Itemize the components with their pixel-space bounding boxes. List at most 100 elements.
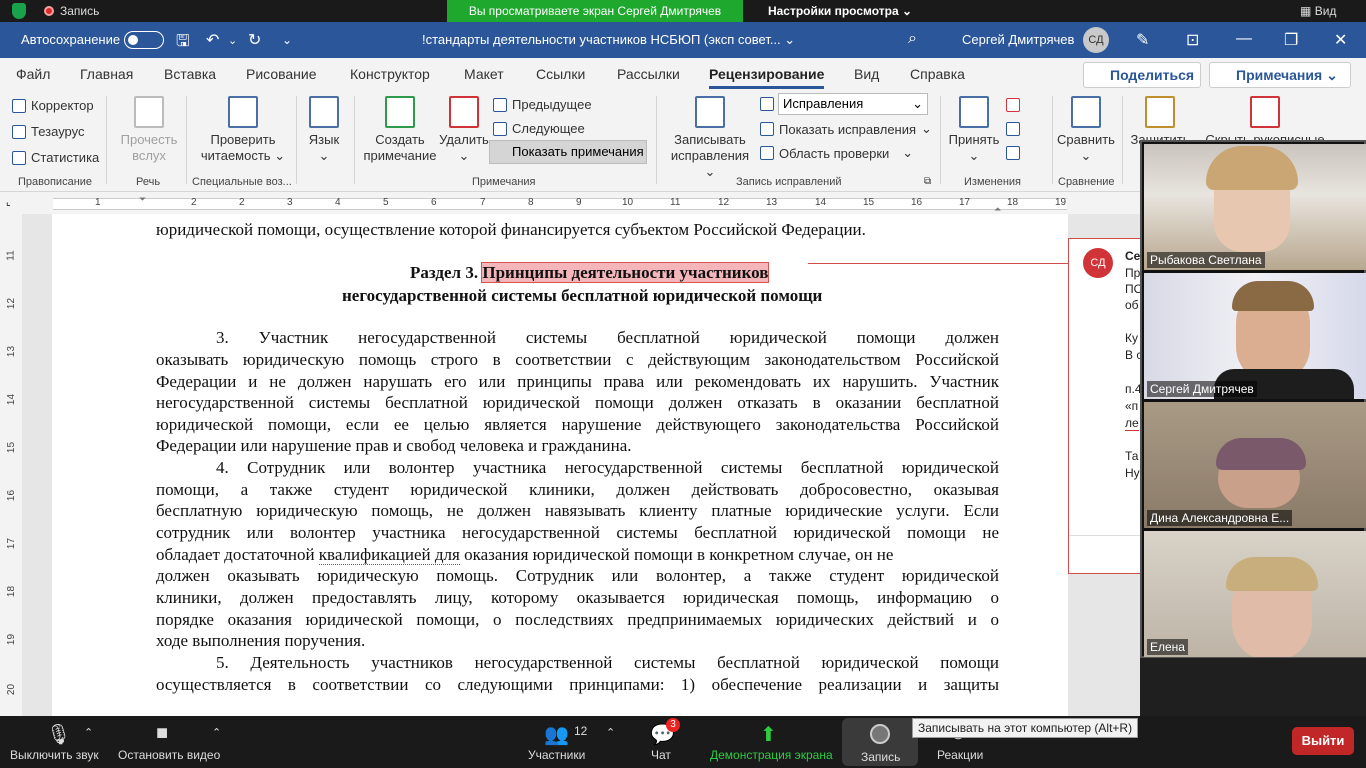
share-button[interactable]: Поделиться xyxy=(1083,62,1201,88)
ruler-number: 15 xyxy=(6,441,18,454)
ruler-number: 20 xyxy=(6,683,18,696)
chevron-up-icon[interactable]: ⌃ xyxy=(212,726,221,739)
separator xyxy=(1052,96,1053,184)
mute-label: Выключить звук xyxy=(10,748,99,762)
show-comments-button[interactable]: Показать примечания xyxy=(489,140,647,164)
ruler-number: 4 xyxy=(335,197,341,208)
spelling-button[interactable]: Корректор xyxy=(12,98,94,113)
comment-text: ПО xyxy=(1125,282,1140,296)
reviewing-pane-icon xyxy=(760,146,774,160)
next-comment-button[interactable]: Следующее xyxy=(493,121,585,136)
undo-icon[interactable]: ↶ xyxy=(206,30,219,50)
participants-label: Участники xyxy=(528,748,586,762)
video-tile[interactable]: Рыбакова Светлана xyxy=(1144,144,1366,270)
chevron-down-icon: ⌄ xyxy=(902,145,914,160)
video-tile[interactable]: Дина Александровна Е... xyxy=(1144,402,1366,528)
previous-comment-button[interactable]: Предыдущее xyxy=(493,97,592,112)
tab-references[interactable]: Ссылки xyxy=(536,66,585,82)
undo-dropdown-icon[interactable]: ⌄ xyxy=(228,34,237,47)
tab-design[interactable]: Конструктор xyxy=(350,66,430,82)
autosave-toggle[interactable] xyxy=(124,31,164,49)
delete-comment-button[interactable]: Удалить ⌄ xyxy=(438,96,490,164)
chevron-down-icon: ⌄ xyxy=(784,32,796,47)
view-menu[interactable]: ▦ Вид xyxy=(1300,4,1336,18)
ruler-number: 12 xyxy=(718,197,730,208)
grammar-underline[interactable]: квалификацией для xyxy=(318,545,460,565)
new-comment-button[interactable]: Создать примечание xyxy=(360,96,440,164)
search-icon[interactable]: ⌕ xyxy=(908,30,917,48)
chevron-down-icon: ⌄ xyxy=(912,96,923,111)
show-markup-button[interactable]: Показать исправления ⌄ xyxy=(760,121,932,137)
close-icon[interactable]: ✕ xyxy=(1334,30,1347,50)
redo-icon[interactable]: ↻ xyxy=(248,30,261,50)
leave-meeting-button[interactable]: Выйти xyxy=(1292,727,1354,755)
tab-insert[interactable]: Вставка xyxy=(164,66,216,82)
paragraph-line: 4. Сотрудник или волонтер участника него… xyxy=(216,458,999,477)
save-icon[interactable]: 🖫 xyxy=(176,30,190,57)
paragraph-line: бесплатную юридическую помощь, не должен… xyxy=(156,501,999,520)
view-settings-menu[interactable]: Настройки просмотра ⌄ xyxy=(765,0,915,22)
reject-icon[interactable] xyxy=(1006,98,1020,112)
comments-button[interactable]: Примечания ⌄ xyxy=(1209,62,1351,88)
language-label: Язык xyxy=(308,132,340,147)
ribbon-display-icon[interactable]: ⊡ xyxy=(1186,30,1199,50)
ruler-number: 1 xyxy=(95,197,101,208)
record-button[interactable]: Запись xyxy=(842,718,918,766)
ruler-number: 2 xyxy=(191,197,197,208)
vertical-ruler[interactable]: 11 12 13 14 15 16 17 18 19 20 xyxy=(0,214,22,716)
tab-view[interactable]: Вид xyxy=(854,66,879,82)
restore-icon[interactable]: ❐ xyxy=(1284,30,1298,50)
video-tile[interactable]: Сергей Дмитрячев xyxy=(1144,273,1366,399)
thesaurus-button[interactable]: Тезаурус xyxy=(12,124,85,139)
accept-button[interactable]: Принять ⌄ xyxy=(946,96,1002,164)
compare-button[interactable]: Сравнить ⌄ xyxy=(1056,96,1116,164)
ruler-number: 3 xyxy=(287,197,293,208)
recording-indicator[interactable]: Запись xyxy=(44,4,99,18)
document-page[interactable]: юридической помощи, осуществление которо… xyxy=(52,214,1068,716)
previous-change-icon[interactable] xyxy=(1006,122,1020,136)
tab-draw[interactable]: Рисование xyxy=(246,66,317,82)
video-tile[interactable]: Елена xyxy=(1144,531,1366,657)
check-accessibility-button[interactable]: Проверить читаемость ⌄ xyxy=(198,96,288,164)
comment-text: В с xyxy=(1125,348,1140,362)
chevron-up-icon[interactable]: ⌃ xyxy=(84,726,93,739)
word-count-button[interactable]: Статистика xyxy=(12,150,99,165)
read-aloud-label-2: вслух xyxy=(132,148,166,163)
tab-help[interactable]: Справка xyxy=(910,66,965,82)
ruler-number: 9 xyxy=(576,197,582,208)
chevron-up-icon[interactable]: ⌃ xyxy=(606,726,615,739)
participants-icon: 👥 xyxy=(544,724,569,746)
tab-layout[interactable]: Макет xyxy=(464,66,504,82)
track-changes-button[interactable]: Записывать исправления ⌄ xyxy=(664,96,756,180)
document-title[interactable]: !стандарты деятельности участников НСБЮП… xyxy=(422,32,795,48)
tab-selector-icon[interactable]: ⌞ xyxy=(6,197,11,208)
read-aloud-button[interactable]: Прочесть вслух xyxy=(114,96,184,164)
reviewing-pane-button[interactable]: Область проверки ⌄ xyxy=(760,145,913,161)
view-label: Вид xyxy=(1314,4,1337,18)
group-comments: Примечания xyxy=(472,176,536,188)
markup-view-select[interactable]: Исправления ⌄ xyxy=(778,93,928,115)
check-accessibility-label-2: читаемость xyxy=(200,148,271,163)
next-change-icon[interactable] xyxy=(1006,146,1020,160)
language-button[interactable]: Язык ⌄ xyxy=(304,96,344,164)
indent-marker-icon[interactable]: ⏷ xyxy=(139,194,146,205)
minimize-icon[interactable]: — xyxy=(1236,30,1252,48)
customize-toolbar-icon[interactable]: ⌄ xyxy=(282,33,292,47)
comment-avatar: СД xyxy=(1083,248,1113,278)
comment-card[interactable]: СД Се Пр ПО об Ку В с п.4 «п ле Та Ну xyxy=(1068,238,1140,574)
pen-icon[interactable]: ✎ xyxy=(1136,30,1149,50)
commented-text-highlight[interactable]: Принципы деятельности участников xyxy=(481,262,770,283)
dialog-launcher-icon[interactable]: ⧉ xyxy=(924,176,931,187)
chevron-down-icon: ⌄ xyxy=(901,4,913,18)
security-shield-icon[interactable] xyxy=(12,3,26,19)
paragraph-line: сотрудник или волонтер участника негосуд… xyxy=(156,523,999,542)
avatar[interactable]: СД xyxy=(1083,27,1109,53)
tab-home[interactable]: Главная xyxy=(80,66,133,82)
thesaurus-icon xyxy=(12,124,26,139)
tab-review[interactable]: Рецензирование xyxy=(709,66,825,89)
tab-mailings[interactable]: Рассылки xyxy=(617,66,680,82)
tab-file[interactable]: Файл xyxy=(16,66,50,82)
horizontal-ruler[interactable]: ⌞ 1 2 2 3 4 5 6 7 8 9 10 11 12 13 14 15 … xyxy=(0,192,1140,214)
next-icon xyxy=(493,121,507,136)
comment-text: об xyxy=(1125,298,1139,312)
